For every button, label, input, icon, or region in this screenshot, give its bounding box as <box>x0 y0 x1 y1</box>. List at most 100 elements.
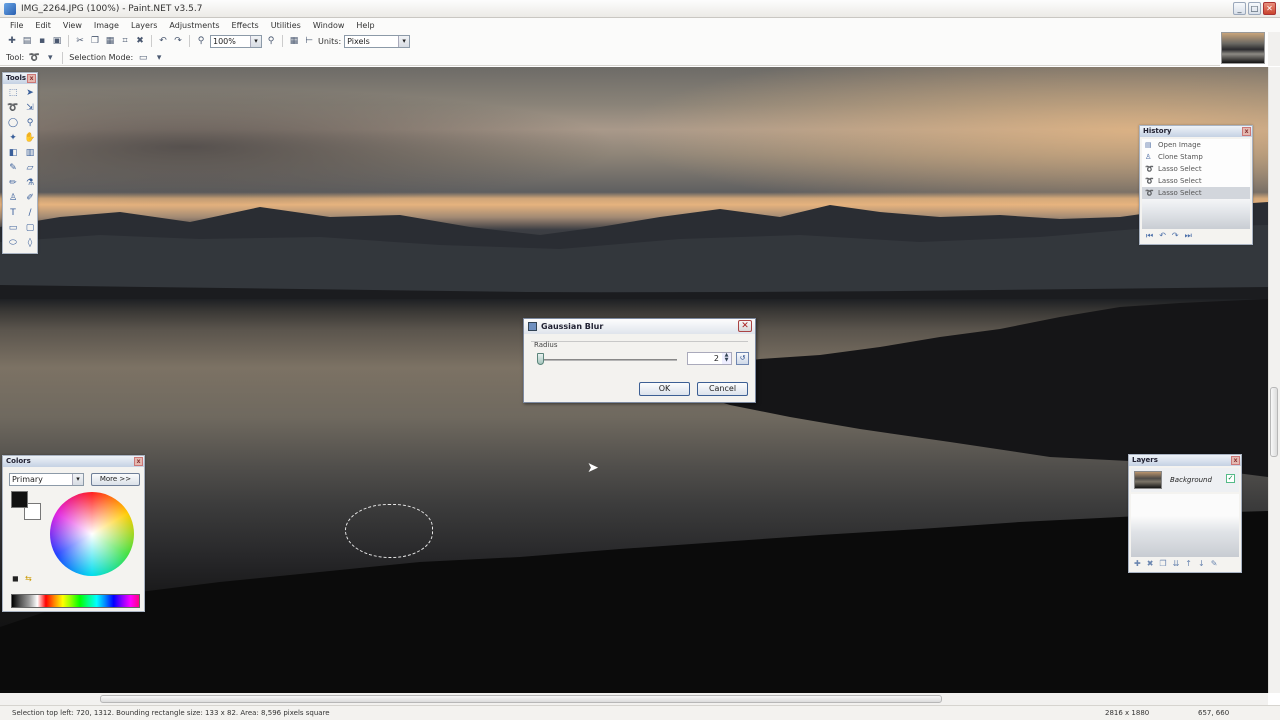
undo-icon[interactable]: ↶ <box>157 35 169 47</box>
close-icon[interactable]: x <box>134 457 143 466</box>
text-icon[interactable]: T <box>6 207 20 220</box>
menu-file[interactable]: File <box>4 21 29 30</box>
redo-icon[interactable]: ↷ <box>1172 231 1179 241</box>
move-selection-icon[interactable]: ⇲ <box>23 102 37 115</box>
horizontal-scroll-thumb[interactable] <box>100 695 942 703</box>
radius-slider-thumb[interactable] <box>537 353 544 365</box>
radius-slider-track[interactable] <box>539 359 677 361</box>
rectangle-icon[interactable]: ▭ <box>6 222 20 235</box>
close-icon[interactable]: x <box>1231 456 1240 465</box>
line-curve-icon[interactable]: ∕ <box>23 207 37 220</box>
open-file-icon[interactable]: ▤ <box>21 35 33 47</box>
vertical-scroll-thumb[interactable] <box>1270 387 1278 457</box>
color-wheel[interactable] <box>50 492 134 576</box>
history-item[interactable]: ▤ Open Image <box>1142 139 1250 151</box>
layer-visibility-checkbox[interactable]: ✓ <box>1226 474 1235 483</box>
close-window-button[interactable]: ✕ <box>1263 2 1276 15</box>
image-thumbnail[interactable] <box>1221 32 1265 64</box>
rectangle-select-icon[interactable]: ⬚ <box>6 87 20 100</box>
deselect-icon[interactable]: ✖ <box>134 35 146 47</box>
lasso-icon[interactable]: ➰ <box>6 102 20 115</box>
move-layer-up-icon[interactable]: ↑ <box>1185 559 1192 568</box>
ruler-icon[interactable]: ⊢ <box>303 35 315 47</box>
fast-forward-icon[interactable]: ⏭ <box>1185 231 1192 241</box>
rewind-icon[interactable]: ⏮ <box>1146 231 1153 241</box>
cancel-button[interactable]: Cancel <box>697 382 748 396</box>
magic-wand-icon[interactable]: ✦ <box>6 132 20 145</box>
more-colors-button[interactable]: More >> <box>91 473 140 486</box>
primary-color-swatch[interactable] <box>11 491 28 508</box>
eraser-icon[interactable]: ▱ <box>23 162 37 175</box>
selection-mode-icon[interactable]: ▭ <box>137 52 149 64</box>
zoom-in-icon[interactable]: ⚲ <box>265 35 277 47</box>
print-icon[interactable]: ▣ <box>51 35 63 47</box>
color-mode-combo[interactable]: Primary ▾ <box>9 473 84 486</box>
spin-arrows-icon[interactable]: ▲ ▼ <box>722 353 731 364</box>
close-icon[interactable]: ✕ <box>738 320 752 332</box>
lasso-tool-icon[interactable]: ➰ <box>28 52 40 64</box>
history-item[interactable]: ➰ Lasso Select <box>1142 163 1250 175</box>
clone-stamp-icon[interactable]: ♙ <box>6 192 20 205</box>
recolor-icon[interactable]: ✐ <box>23 192 37 205</box>
reset-radius-button[interactable]: ↺ <box>736 352 749 365</box>
cut-icon[interactable]: ✂ <box>74 35 86 47</box>
zoom-icon[interactable]: ⚲ <box>23 117 37 130</box>
pencil-icon[interactable]: ✏ <box>6 177 20 190</box>
history-item[interactable]: ➰ Lasso Select <box>1142 175 1250 187</box>
menu-utilities[interactable]: Utilities <box>265 21 307 30</box>
chevron-down-icon[interactable]: ▾ <box>72 474 83 485</box>
chevron-down-icon[interactable]: ▾ <box>250 35 261 47</box>
delete-layer-icon[interactable]: ✖ <box>1147 559 1154 568</box>
vertical-scrollbar[interactable] <box>1268 67 1280 693</box>
horizontal-scrollbar[interactable] <box>0 693 1268 705</box>
zoom-combo[interactable]: 100% ▾ <box>210 34 262 48</box>
menu-image[interactable]: Image <box>88 21 125 30</box>
radius-spinbox[interactable]: 2 ▲ ▼ <box>687 352 732 365</box>
duplicate-layer-icon[interactable]: ❐ <box>1159 559 1166 568</box>
freeform-shape-icon[interactable]: ◊ <box>23 237 37 250</box>
merge-layer-icon[interactable]: ⇊ <box>1173 559 1180 568</box>
ok-button[interactable]: OK <box>639 382 690 396</box>
new-file-icon[interactable]: ✚ <box>6 35 18 47</box>
crop-icon[interactable]: ⌗ <box>119 35 131 47</box>
gradient-icon[interactable]: ▥ <box>23 147 37 160</box>
paintbrush-icon[interactable]: ✎ <box>6 162 20 175</box>
minimize-button[interactable]: _ <box>1233 2 1246 15</box>
save-icon[interactable]: ▪ <box>36 35 48 47</box>
add-layer-icon[interactable]: ✚ <box>1134 559 1141 568</box>
zoom-out-icon[interactable]: ⚲ <box>195 35 207 47</box>
layer-properties-icon[interactable]: ✎ <box>1211 559 1218 568</box>
layer-row[interactable]: Background ✓ <box>1131 468 1239 492</box>
paint-bucket-icon[interactable]: ◧ <box>6 147 20 160</box>
copy-icon[interactable]: ❐ <box>89 35 101 47</box>
undo-icon[interactable]: ↶ <box>1159 231 1166 241</box>
history-item-selected[interactable]: ➰ Lasso Select <box>1142 187 1250 199</box>
menu-help[interactable]: Help <box>350 21 380 30</box>
menu-window[interactable]: Window <box>307 21 351 30</box>
swap-colors-icon[interactable]: ⇆ <box>25 574 32 583</box>
color-palette[interactable] <box>11 594 140 608</box>
grid-icon[interactable]: ▦ <box>288 35 300 47</box>
maximize-button[interactable]: □ <box>1248 2 1261 15</box>
menu-adjustments[interactable]: Adjustments <box>163 21 225 30</box>
history-item[interactable]: ♙ Clone Stamp <box>1142 151 1250 163</box>
redo-icon[interactable]: ↷ <box>172 35 184 47</box>
lasso-selection-outline[interactable] <box>345 504 433 558</box>
pan-icon[interactable]: ✋ <box>23 132 37 145</box>
thumbnail-scrollbar[interactable] <box>1268 32 1280 66</box>
rounded-rectangle-icon[interactable]: ▢ <box>23 222 37 235</box>
close-icon[interactable]: x <box>27 74 36 83</box>
move-icon[interactable]: ➤ <box>23 87 37 100</box>
menu-view[interactable]: View <box>57 21 88 30</box>
paste-icon[interactable]: ▦ <box>104 35 116 47</box>
chevron-down-icon[interactable]: ▾ <box>398 35 410 47</box>
units-combo[interactable]: Pixels ▾ <box>344 34 411 48</box>
ellipse-icon[interactable]: ⬭ <box>6 237 20 250</box>
color-picker-icon[interactable]: ⚗ <box>23 177 37 190</box>
chevron-down-icon[interactable]: ▾ <box>153 52 165 64</box>
menu-layers[interactable]: Layers <box>125 21 163 30</box>
menu-edit[interactable]: Edit <box>29 21 57 30</box>
close-icon[interactable]: x <box>1242 127 1251 136</box>
ellipse-select-icon[interactable]: ◯ <box>6 117 20 130</box>
move-layer-down-icon[interactable]: ↓ <box>1198 559 1205 568</box>
